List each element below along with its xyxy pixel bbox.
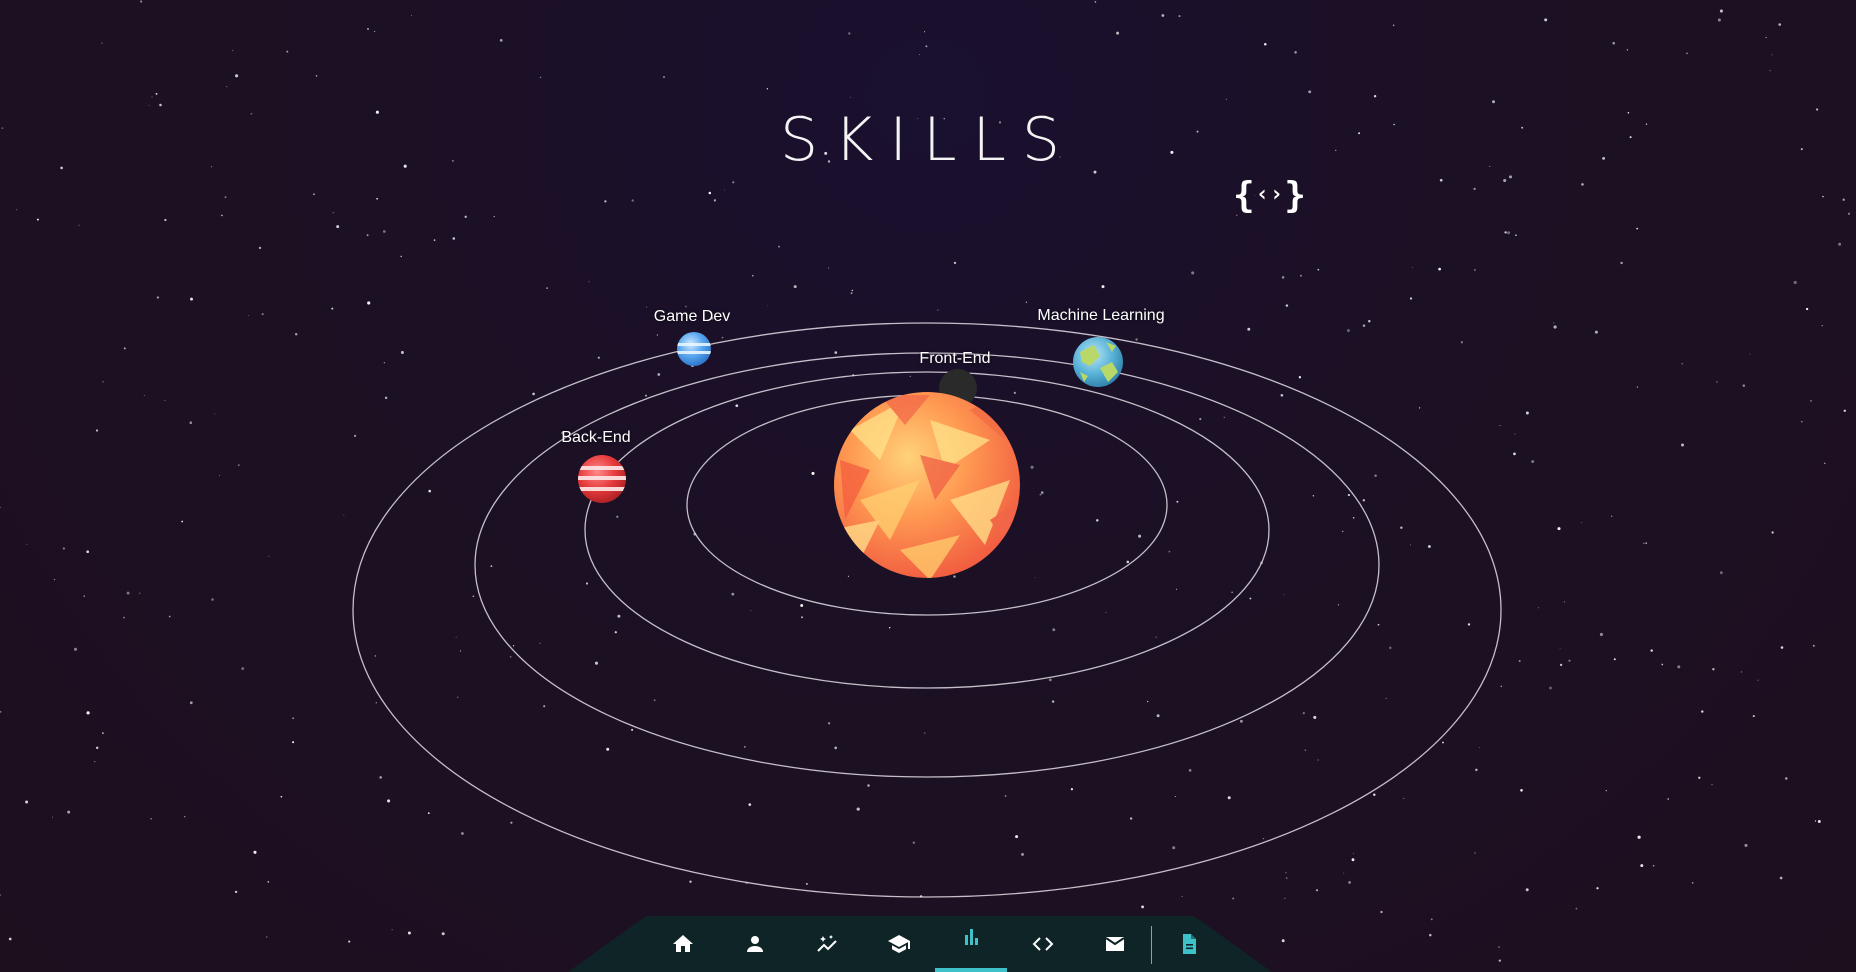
planet-label-back-end: Back-End [561,429,631,446]
back-end-planet[interactable] [576,455,628,503]
game-dev-planet[interactable] [676,332,712,366]
nav-skills[interactable] [935,916,1007,972]
nav-divider [1151,926,1152,964]
solar-system [352,322,1502,898]
mail-icon [1105,937,1125,951]
document-icon [1183,934,1196,954]
planet-label-game-dev: Game Dev [653,308,731,325]
code-icon [1032,937,1054,951]
person-icon [747,936,763,952]
nav-about[interactable] [719,916,791,972]
planet-label-machine-learning: Machine Learning [1037,307,1165,324]
bottom-navigation [568,916,1272,972]
machine-learning-planet[interactable] [1073,337,1123,387]
sparkle-chart-icon [817,935,837,952]
nav-experience[interactable] [791,916,863,972]
home-icon [673,935,693,952]
nav-education[interactable] [863,916,935,972]
bar-chart-icon [965,929,978,945]
skills-page: SKILLS {‹›} Game Dev Machine Learning Fr… [0,0,1856,972]
nav-home[interactable] [647,916,719,972]
nav-projects[interactable] [1007,916,1079,972]
graduation-cap-icon [888,935,910,953]
front-end-planet[interactable] [830,392,1020,580]
planet-label-front-end: Front-End [919,350,991,367]
nav-resume[interactable] [1153,916,1225,972]
nav-contact[interactable] [1079,916,1151,972]
